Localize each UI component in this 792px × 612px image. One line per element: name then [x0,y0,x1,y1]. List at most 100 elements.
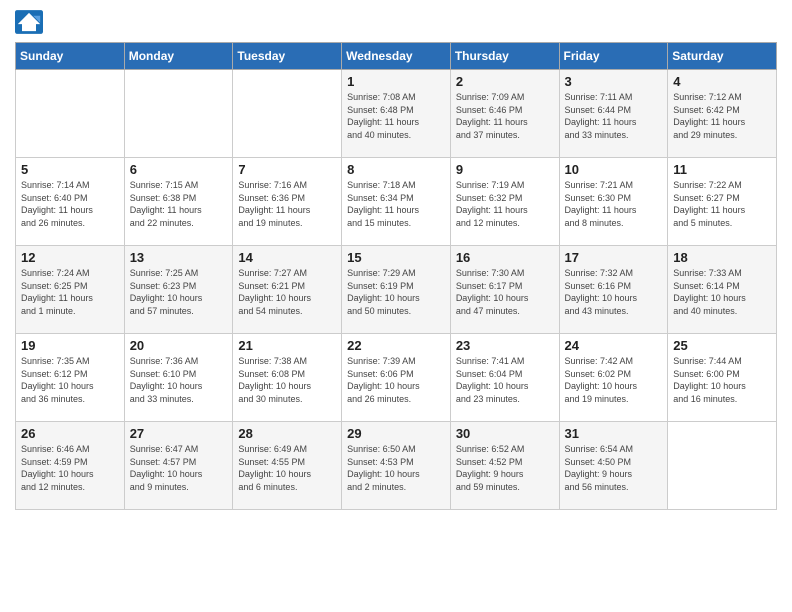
calendar-cell: 26 Sunrise: 6:46 AM Sunset: 4:59 PM Dayli… [16,422,125,510]
cell-info: Sunrise: 7:08 AM Sunset: 6:48 PM Dayligh… [347,91,445,141]
day-number: 13 [130,250,228,265]
day-number: 1 [347,74,445,89]
day-number: 25 [673,338,771,353]
cell-info: Sunrise: 7:29 AM Sunset: 6:19 PM Dayligh… [347,267,445,317]
weekday-header-sunday: Sunday [16,43,125,70]
day-number: 8 [347,162,445,177]
day-number: 27 [130,426,228,441]
cell-info: Sunrise: 7:39 AM Sunset: 6:06 PM Dayligh… [347,355,445,405]
calendar-cell: 17Sunrise: 7:32 AM Sunset: 6:16 PM Dayli… [559,246,668,334]
day-number: 11 [673,162,771,177]
page-header [15,10,777,34]
calendar-cell: 16Sunrise: 7:30 AM Sunset: 6:17 PM Dayli… [450,246,559,334]
day-number: 12 [21,250,119,265]
calendar-cell: 23 Sunrise: 7:41 AM Sunset: 6:04 PM Dayli… [450,334,559,422]
day-number: 9 [456,162,554,177]
day-number: 22 [347,338,445,353]
day-number: 3 [565,74,663,89]
calendar-cell: 28 Sunrise: 6:49 AM Sunset: 4:55 PM Dayli… [233,422,342,510]
cell-info: Sunrise: 7:36 AM Sunset: 6:10 PM Dayligh… [130,355,228,405]
calendar-cell: 9 Sunrise: 7:19 AM Sunset: 6:32 PM Daylig… [450,158,559,246]
calendar-cell: 24 Sunrise: 7:42 AM Sunset: 6:02 PM Dayli… [559,334,668,422]
calendar-cell: 30 Sunrise: 6:52 AM Sunset: 4:52 PM Dayli… [450,422,559,510]
cell-info: Sunrise: 7:16 AM Sunset: 6:36 PM Dayligh… [238,179,336,229]
calendar-cell: 22 Sunrise: 7:39 AM Sunset: 6:06 PM Dayli… [342,334,451,422]
calendar-cell: 14Sunrise: 7:27 AM Sunset: 6:21 PM Dayli… [233,246,342,334]
calendar-cell: 5Sunrise: 7:14 AM Sunset: 6:40 PM Daylig… [16,158,125,246]
calendar-cell: 29 Sunrise: 6:50 AM Sunset: 4:53 PM Dayli… [342,422,451,510]
day-number: 31 [565,426,663,441]
calendar-cell: 15 Sunrise: 7:29 AM Sunset: 6:19 PM Dayli… [342,246,451,334]
cell-info: Sunrise: 7:09 AM Sunset: 6:46 PM Dayligh… [456,91,554,141]
weekday-header-tuesday: Tuesday [233,43,342,70]
day-number: 20 [130,338,228,353]
cell-info: Sunrise: 6:54 AM Sunset: 4:50 PM Dayligh… [565,443,663,493]
cell-info: Sunrise: 7:30 AM Sunset: 6:17 PM Dayligh… [456,267,554,317]
weekday-header-monday: Monday [124,43,233,70]
calendar-cell: 21 Sunrise: 7:38 AM Sunset: 6:08 PM Dayli… [233,334,342,422]
day-number: 30 [456,426,554,441]
cell-info: Sunrise: 7:11 AM Sunset: 6:44 PM Dayligh… [565,91,663,141]
calendar-cell: 10 Sunrise: 7:21 AM Sunset: 6:30 PM Dayli… [559,158,668,246]
weekday-header-thursday: Thursday [450,43,559,70]
day-number: 23 [456,338,554,353]
calendar-cell [16,70,125,158]
day-number: 26 [21,426,119,441]
calendar-cell: 4 Sunrise: 7:12 AM Sunset: 6:42 PM Daylig… [668,70,777,158]
calendar-week-row: 26 Sunrise: 6:46 AM Sunset: 4:59 PM Dayli… [16,422,777,510]
cell-info: Sunrise: 6:47 AM Sunset: 4:57 PM Dayligh… [130,443,228,493]
cell-info: Sunrise: 6:49 AM Sunset: 4:55 PM Dayligh… [238,443,336,493]
cell-info: Sunrise: 7:18 AM Sunset: 6:34 PM Dayligh… [347,179,445,229]
calendar-cell [668,422,777,510]
day-number: 19 [21,338,119,353]
logo [15,10,47,34]
calendar-week-row: 19Sunrise: 7:35 AM Sunset: 6:12 PM Dayli… [16,334,777,422]
day-number: 2 [456,74,554,89]
logo-icon [15,10,43,34]
calendar-cell: 20 Sunrise: 7:36 AM Sunset: 6:10 PM Dayli… [124,334,233,422]
day-number: 14 [238,250,336,265]
calendar-cell: 31 Sunrise: 6:54 AM Sunset: 4:50 PM Dayli… [559,422,668,510]
cell-info: Sunrise: 7:24 AM Sunset: 6:25 PM Dayligh… [21,267,119,317]
day-number: 18 [673,250,771,265]
calendar-week-row: 1 Sunrise: 7:08 AM Sunset: 6:48 PM Daylig… [16,70,777,158]
day-number: 17 [565,250,663,265]
cell-info: Sunrise: 6:50 AM Sunset: 4:53 PM Dayligh… [347,443,445,493]
calendar-cell: 6Sunrise: 7:15 AM Sunset: 6:38 PM Daylig… [124,158,233,246]
day-number: 15 [347,250,445,265]
cell-info: Sunrise: 7:21 AM Sunset: 6:30 PM Dayligh… [565,179,663,229]
calendar-week-row: 5Sunrise: 7:14 AM Sunset: 6:40 PM Daylig… [16,158,777,246]
cell-info: Sunrise: 7:14 AM Sunset: 6:40 PM Dayligh… [21,179,119,229]
weekday-header-wednesday: Wednesday [342,43,451,70]
calendar-week-row: 12 Sunrise: 7:24 AM Sunset: 6:25 PM Dayli… [16,246,777,334]
weekday-header-row: SundayMondayTuesdayWednesdayThursdayFrid… [16,43,777,70]
cell-info: Sunrise: 7:44 AM Sunset: 6:00 PM Dayligh… [673,355,771,405]
calendar-cell: 27 Sunrise: 6:47 AM Sunset: 4:57 PM Dayli… [124,422,233,510]
cell-info: Sunrise: 7:38 AM Sunset: 6:08 PM Dayligh… [238,355,336,405]
cell-info: Sunrise: 6:52 AM Sunset: 4:52 PM Dayligh… [456,443,554,493]
calendar-cell: 1 Sunrise: 7:08 AM Sunset: 6:48 PM Daylig… [342,70,451,158]
weekday-header-saturday: Saturday [668,43,777,70]
cell-info: Sunrise: 7:12 AM Sunset: 6:42 PM Dayligh… [673,91,771,141]
calendar-cell: 7Sunrise: 7:16 AM Sunset: 6:36 PM Daylig… [233,158,342,246]
calendar-cell: 3 Sunrise: 7:11 AM Sunset: 6:44 PM Daylig… [559,70,668,158]
calendar-cell: 18Sunrise: 7:33 AM Sunset: 6:14 PM Dayli… [668,246,777,334]
day-number: 28 [238,426,336,441]
day-number: 24 [565,338,663,353]
day-number: 10 [565,162,663,177]
cell-info: Sunrise: 7:22 AM Sunset: 6:27 PM Dayligh… [673,179,771,229]
cell-info: Sunrise: 7:41 AM Sunset: 6:04 PM Dayligh… [456,355,554,405]
cell-info: Sunrise: 7:19 AM Sunset: 6:32 PM Dayligh… [456,179,554,229]
calendar-cell: 19Sunrise: 7:35 AM Sunset: 6:12 PM Dayli… [16,334,125,422]
calendar-cell: 8 Sunrise: 7:18 AM Sunset: 6:34 PM Daylig… [342,158,451,246]
day-number: 29 [347,426,445,441]
calendar-cell: 12 Sunrise: 7:24 AM Sunset: 6:25 PM Dayli… [16,246,125,334]
day-number: 4 [673,74,771,89]
cell-info: Sunrise: 7:42 AM Sunset: 6:02 PM Dayligh… [565,355,663,405]
calendar-table: SundayMondayTuesdayWednesdayThursdayFrid… [15,42,777,510]
cell-info: Sunrise: 6:46 AM Sunset: 4:59 PM Dayligh… [21,443,119,493]
calendar-cell: 2 Sunrise: 7:09 AM Sunset: 6:46 PM Daylig… [450,70,559,158]
weekday-header-friday: Friday [559,43,668,70]
calendar-cell: 25 Sunrise: 7:44 AM Sunset: 6:00 PM Dayli… [668,334,777,422]
day-number: 21 [238,338,336,353]
